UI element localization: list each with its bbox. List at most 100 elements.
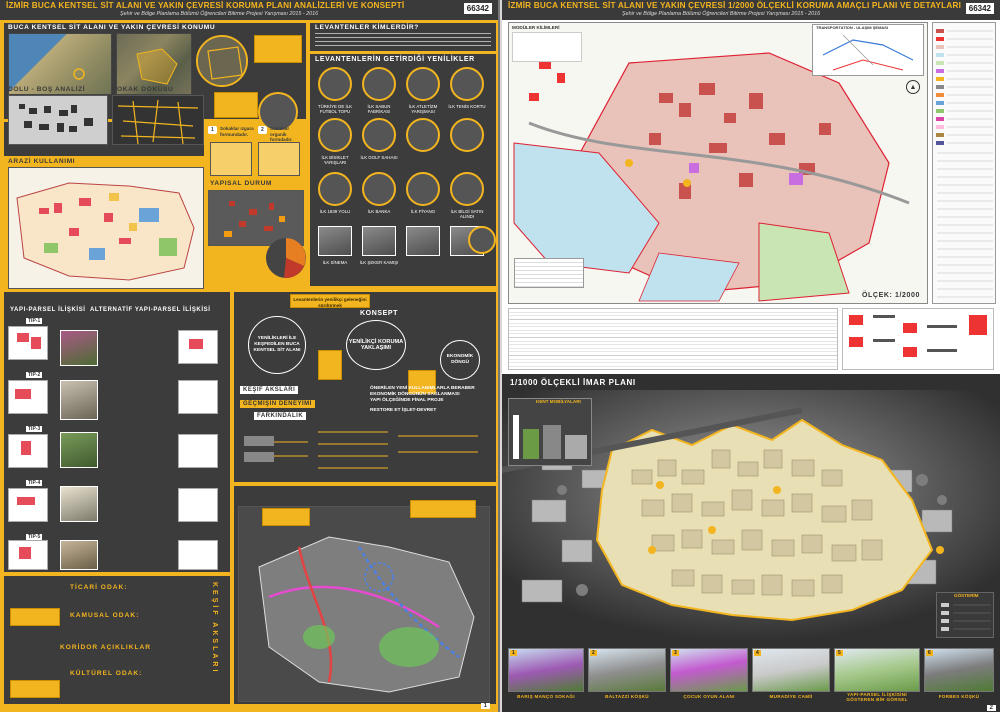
innovation-caption: İLK GOLF SAHASI [360, 155, 398, 160]
foci-note [10, 608, 60, 626]
photo-number: 5 [836, 650, 843, 656]
grid-street-sample [210, 142, 252, 176]
tip-alt-thumbnail [178, 330, 218, 364]
tip-label: TİP-3 [26, 426, 43, 432]
analysis-sheet: İZMİR BUCA KENTSEL SİT ALANI VE YAKIN ÇE… [0, 0, 500, 712]
innovation-photo [406, 172, 440, 206]
site-closeup-circle [196, 35, 248, 87]
innovation-caption: İLK TENİS KORTU [448, 104, 486, 109]
sheet-title: İZMİR BUCA KENTSEL SİT ALANI VE YAKIN ÇE… [508, 1, 962, 10]
economy-circle: EKONOMİK DÖNGÜ [440, 340, 480, 380]
levantines-text [315, 33, 491, 49]
street-type-organic: Sokaklar organik formdadır. [270, 126, 293, 143]
parcel-heading: YAPI-PARSEL İLİŞKİSİ [10, 307, 86, 313]
tip-photo [60, 330, 98, 366]
past-experience-label: GEÇMİŞİN DENEYİMİ [240, 400, 315, 408]
awareness-label: FARKINDALIK [254, 412, 307, 420]
concept-bullet: YAPI ÖLÇEĞİNDE FİNAL PROJE [370, 398, 444, 403]
render-photo: 3 [670, 648, 748, 692]
tip-photo [60, 380, 98, 420]
photo-caption: ÇOCUK OYUN ALANI [683, 694, 735, 699]
foci-note [10, 680, 60, 698]
kesif-note [262, 508, 310, 526]
tip-thumbnail [8, 540, 48, 570]
innovation-photo [318, 118, 352, 152]
photo-caption: YAPI-PARSEL İLİŞKİSİNİ GÖSTEREN BİR GÖRS… [846, 692, 908, 702]
innovations-heading: LEVANTENLERİN GETİRDİĞİ YENİLİKLER [315, 56, 475, 63]
land-use-map [8, 167, 204, 289]
tip-thumbnail [8, 488, 48, 522]
plan-detail-diagrams [842, 308, 994, 370]
innovation-photo [362, 172, 396, 206]
organic-street-sample [258, 142, 300, 176]
page-number: 2 [986, 705, 996, 711]
photo-caption: MURADİYE CAMİİ [769, 694, 813, 699]
innovation-caption: İLK ATLETİZM YARIŞMASI [408, 104, 438, 114]
zoning-legend [936, 592, 994, 638]
north-arrow-icon: ▲ [906, 80, 920, 94]
concept-flow-diagram [244, 431, 478, 469]
kesif-note [410, 500, 476, 518]
photo-caption: BALTAZZİ KÖŞKÜ [605, 694, 649, 699]
project-code: 66342 [965, 3, 994, 14]
innovation-photo [450, 172, 484, 206]
renew-circle: YENİLİKLERİ İLE KEŞFEDİLEN BUCA KENTSEL … [248, 316, 306, 374]
street-type-badge: 2 [258, 126, 267, 134]
tip-label: TİP-2 [26, 372, 43, 378]
furniture-title: KENT MOBİLYALARI [536, 399, 581, 404]
plan-notes-text [508, 308, 838, 370]
innovation-caption: İLK BİSİKLET YARIŞLARI [321, 155, 349, 165]
innovation-caption: İLK SABUN FABRİKASI [367, 104, 391, 114]
tip-photo [60, 486, 98, 522]
tip-thumbnail [8, 326, 48, 360]
levantine-goal-box: Levantenlerin yenilikçi geleneğini sürdü… [290, 294, 370, 308]
innovation-caption: İLK 1839 YOLU [319, 209, 351, 214]
module-legend-box [512, 32, 582, 62]
photo-number: 6 [926, 650, 933, 656]
cultural-focus: KÜLTÜREL ODAK: [70, 670, 143, 677]
street-heading: SOKAK DOKUSU [112, 86, 174, 93]
street-type-badge: 1 [208, 126, 217, 134]
innovation-caption: İLK PİYANO [410, 209, 436, 214]
photo-caption: BARIŞ MANÇO SOKAĞI [517, 694, 575, 699]
tip-thumbnail [8, 380, 48, 414]
zoning-plan-title: 1/1000 ÖLÇEKLİ İMAR PLANI [510, 378, 636, 387]
photo-number: 4 [754, 650, 761, 656]
concept-note [318, 350, 342, 380]
sheet-subtitle: Şehir ve Bölge Planlama Bölümü Öğrencile… [622, 11, 821, 17]
tip-alt-thumbnail [178, 434, 218, 468]
commercial-focus: TİCARİ ODAK: [70, 584, 128, 591]
render-photo: 4 [752, 648, 830, 692]
plan-scale: ÖLÇEK: 1/2000 [862, 292, 920, 299]
innovation-photo [318, 172, 352, 206]
render-photo: 2 [588, 648, 666, 692]
page-number: 1 [480, 703, 490, 709]
innovation-photo [406, 226, 440, 256]
module-legend-title: MODÜLER KİLİMLERİ [512, 25, 560, 30]
tip-photo [60, 540, 98, 570]
kesif-axes-map [238, 506, 490, 702]
transport-inset [812, 24, 924, 76]
transport-title: TRANSPORTATİON - ULAŞIM ŞEMASI [816, 25, 889, 30]
kesif-vertical-title: KEŞİF AKSLARI [211, 582, 218, 675]
tip-alt-thumbnail [178, 540, 218, 570]
project-code: 66342 [463, 3, 492, 14]
tip-alt-thumbnail [178, 488, 218, 522]
street-type-grid: Sokaklar ızgara formundadır. [220, 126, 254, 137]
tip-thumbnail [8, 434, 48, 468]
statistics-table [514, 258, 584, 288]
fill-empty-map [8, 95, 108, 145]
render-photo: 5 [834, 648, 920, 692]
plan-legend [932, 22, 996, 304]
innovation-caption: İLK BANKA [367, 209, 391, 214]
tip-alt-thumbnail [178, 380, 218, 414]
innovation-photo [362, 118, 396, 152]
street-note [214, 92, 258, 118]
alt-parcel-heading: ALTERNATİF YAPI-PARSEL İLİŞKİSİ [90, 307, 211, 313]
street-texture-map [112, 95, 204, 145]
tip-label: TİP-4 [26, 480, 43, 486]
innovation-photo [406, 67, 440, 101]
innovation-photo [450, 118, 484, 152]
innovation-photo [318, 67, 352, 101]
corridor-openings: KORİDOR AÇIKLIKLAR [60, 644, 152, 651]
